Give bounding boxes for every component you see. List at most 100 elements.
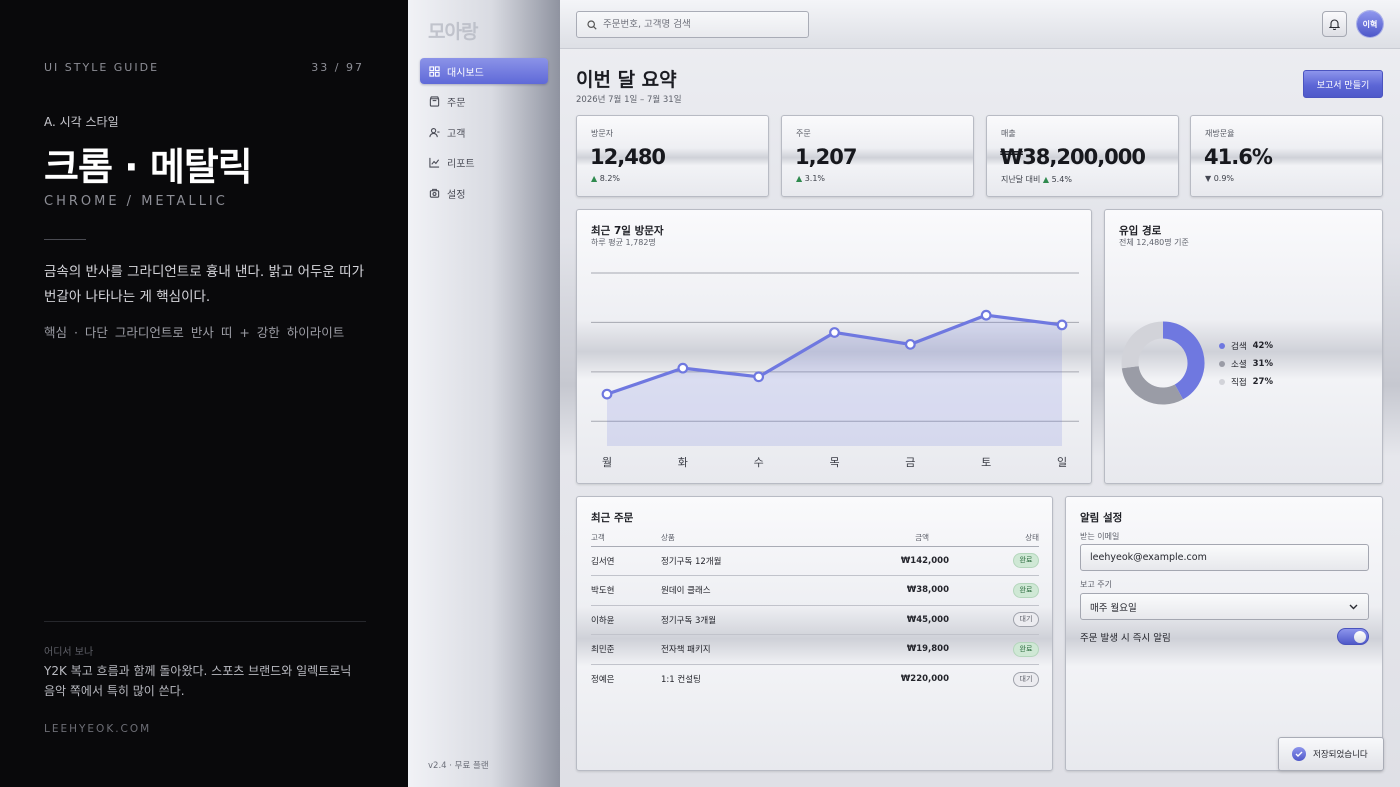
legend-swatch: [1219, 379, 1225, 385]
x-tick-label: 일: [1057, 455, 1067, 469]
guide-label: UI STYLE GUIDE: [44, 61, 160, 74]
table-row[interactable]: 이하윤 정기구독 3개월 ₩45,000 대기: [591, 605, 1039, 635]
kpi-card-visitors: 방문자 12,480 ▲ 8.2%: [576, 115, 769, 197]
table-row[interactable]: 박도현 원데이 클래스 ₩38,000 완료: [591, 575, 1039, 606]
x-tick-label: 수: [754, 456, 764, 469]
sidebar-item-label: 설정: [447, 189, 466, 201]
sidebar-item-settings[interactable]: 설정: [420, 180, 548, 206]
legend-label: 소셜: [1231, 360, 1247, 370]
cell-product: 정기구독 3개월: [661, 605, 861, 635]
kpi-card-orders: 주문 1,207 ▲ 3.1%: [781, 115, 974, 197]
kpi-delta: ▲ 8.2%: [591, 174, 620, 183]
topbar: 이혁: [560, 0, 1400, 49]
guide-site-link[interactable]: LEEHYEOK.COM: [44, 723, 151, 735]
legend-label: 검색: [1231, 342, 1247, 352]
legend-item-search: 검색 42%: [1219, 340, 1273, 352]
check-icon: [1292, 747, 1306, 761]
donut-slice: [1121, 365, 1183, 405]
table-row[interactable]: 정예은 1:1 컨설팅 ₩220,000 대기: [591, 664, 1039, 694]
traffic-source-card: 유입 경로 전체 12,480명 기준 검색 42% 소셜 31% 직접 27%: [1104, 209, 1383, 484]
cell-product: 1:1 컨설팅: [661, 675, 701, 685]
legend-value: 31%: [1252, 359, 1274, 369]
cell-customer: 김서연: [591, 546, 661, 576]
legend-item-social: 소셜 31%: [1219, 358, 1273, 370]
search-icon: [587, 19, 597, 30]
cell-product: 전자책 패키지: [661, 634, 861, 665]
cell-amount: ₩220,000: [900, 674, 949, 684]
brand-logo[interactable]: 모아랑: [428, 17, 478, 44]
cell-customer: 정예은: [591, 675, 615, 685]
visitors-chart-card: 최근 7일 방문자 하루 평균 1,782명 월화수목금토일: [576, 209, 1092, 484]
status-badge: 대기: [1013, 671, 1039, 687]
instant-alert-label: 주문 발생 시 즉시 알림: [1080, 633, 1171, 644]
recent-orders-card: 최근 주문 고객 상품 금액 상태 김서연 정기구독 12개월 ₩142,000: [576, 496, 1053, 771]
column-header-customer: 고객: [591, 530, 661, 547]
sidebar-item-reports[interactable]: 리포트: [420, 150, 548, 176]
sidebar-item-dashboard[interactable]: 대시보드: [420, 58, 548, 84]
kpi-delta-value: 3.1%: [804, 174, 826, 183]
saved-toast: 저장되었습니다: [1278, 737, 1384, 771]
kpi-delta-value: 0.9%: [1213, 174, 1235, 183]
table-header-row: 고객 상품 금액 상태: [591, 530, 1039, 547]
alert-settings-card: 알림 설정 받는 이메일 leehyeok@example.com 보고 주기 …: [1065, 496, 1383, 771]
report-cycle-value: 매주 월요일: [1090, 602, 1137, 614]
guide-description: 금속의 반사를 그라디언트로 흉내 낸다. 밝고 어두운 띠가 번갈아 나타나는…: [44, 264, 364, 305]
data-point: [980, 309, 992, 321]
guide-section: A. 시각 스타일: [44, 115, 119, 129]
search-box[interactable]: [576, 11, 809, 38]
chevron-down-icon: [1349, 604, 1358, 609]
data-point: [601, 388, 613, 400]
create-report-button[interactable]: 보고서 만들기: [1303, 70, 1383, 98]
notifications-button[interactable]: [1322, 11, 1347, 37]
kpi-card-revenue: 매출 ₩38,200,000 지난달 대비 ▲ 5.4%: [986, 115, 1179, 197]
cell-product: 원데이 클래스: [661, 575, 861, 606]
toggle-knob: [1354, 630, 1366, 643]
chart-icon: [429, 157, 440, 168]
sidebar-item-label: 고객: [447, 128, 466, 140]
user-avatar[interactable]: 이혁: [1357, 11, 1383, 37]
kpi-delta-value: 8.2%: [599, 174, 621, 183]
instant-alert-toggle[interactable]: [1337, 628, 1369, 645]
guide-header: UI STYLE GUIDE 33 / 97: [44, 61, 364, 74]
report-cycle-label: 보고 주기: [1080, 580, 1112, 589]
sidebar-item-label: 리포트: [447, 159, 475, 170]
email-field[interactable]: leehyeok@example.com: [1080, 544, 1369, 571]
search-input[interactable]: [603, 19, 793, 30]
column-header-amount: 금액: [861, 530, 955, 547]
sidebar-item-customers[interactable]: 고객: [420, 119, 548, 145]
donut-slice: [1162, 321, 1205, 400]
bell-icon: [1329, 19, 1340, 30]
cell-customer: 최민준: [591, 634, 661, 665]
x-tick-label: 금: [905, 456, 915, 469]
kpi-delta: ▼ 0.9%: [1205, 174, 1234, 183]
status-badge: 대기: [1013, 612, 1039, 628]
legend-value: 27%: [1252, 377, 1274, 387]
column-header-status: 상태: [955, 530, 1039, 547]
x-tick-label: 목: [829, 456, 839, 469]
kpi-value: 12,480: [590, 145, 666, 169]
report-cycle-select[interactable]: 매주 월요일: [1080, 593, 1369, 620]
dashboard-app: 모아랑 대시보드 주문 고객 리포트 설정 v2.4 · 무료 플랜 주문번호,…: [408, 0, 1400, 787]
alert-settings-title: 알림 설정: [1080, 512, 1123, 524]
kpi-delta-prefix: 지난달 대비: [1001, 175, 1041, 184]
legend-label: 직접: [1231, 378, 1247, 388]
sidebar-item-orders[interactable]: 주문: [420, 89, 548, 115]
data-point: [829, 327, 840, 338]
cell-amount: ₩19,800: [861, 634, 955, 665]
cell-customer: 이하윤: [591, 605, 661, 635]
status-badge: 완료: [1013, 641, 1039, 657]
kpi-value: 1,207: [795, 145, 857, 169]
status-badge: 완료: [1013, 582, 1039, 598]
guide-where-text: Y2K 복고 흐름과 함께 돌아왔다. 스포츠 브랜드와 일렉트로닉 음악 쪽에…: [44, 664, 352, 698]
legend-item-direct: 직접 27%: [1219, 376, 1273, 388]
guide-where-label: 어디서 보나: [44, 647, 94, 658]
kpi-delta: 지난달 대비 ▲ 5.4%: [1001, 174, 1072, 185]
trend-up-icon: ▲: [796, 174, 803, 183]
cell-amount: ₩38,000: [861, 575, 955, 606]
kpi-delta-value: 5.4%: [1051, 175, 1072, 184]
page-title: 이번 달 요약: [576, 69, 677, 91]
table-row[interactable]: 김서연 정기구독 12개월 ₩142,000 완료: [591, 546, 1039, 576]
trend-up-icon: ▲: [591, 174, 598, 183]
table-row[interactable]: 최민준 전자책 패키지 ₩19,800 완료: [591, 634, 1039, 665]
toast-message: 저장되었습니다: [1313, 750, 1368, 760]
